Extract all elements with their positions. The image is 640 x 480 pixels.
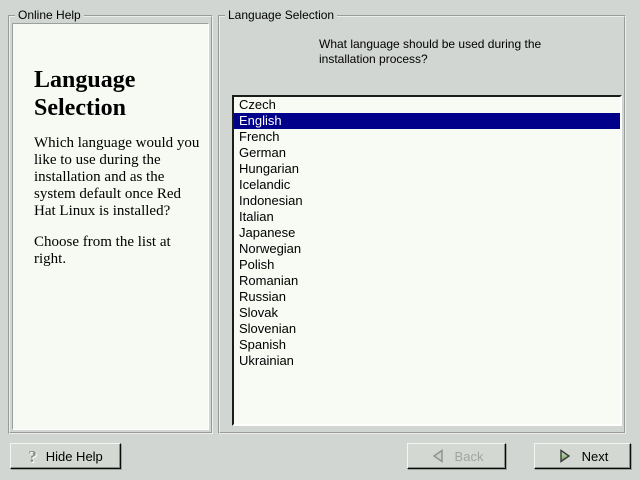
- language-list-item[interactable]: Indonesian: [234, 193, 620, 209]
- help-paragraph: Choose from the list at right.: [34, 234, 202, 268]
- language-list-item[interactable]: Slovenian: [234, 321, 620, 337]
- installer-window: Online Help Language Selection Which lan…: [0, 0, 640, 480]
- help-title: Language Selection: [34, 66, 204, 122]
- language-list-item[interactable]: Norwegian: [234, 241, 620, 257]
- language-question: What language should be used during the …: [319, 37, 569, 67]
- language-list-item[interactable]: Slovak: [234, 305, 620, 321]
- language-list-item[interactable]: Ukrainian: [234, 353, 620, 369]
- language-list-item[interactable]: Hungarian: [234, 161, 620, 177]
- language-list-item[interactable]: Romanian: [234, 273, 620, 289]
- language-list-item[interactable]: Italian: [234, 209, 620, 225]
- language-list-item[interactable]: Japanese: [234, 225, 620, 241]
- back-button[interactable]: Back: [407, 443, 506, 469]
- help-paragraph: Which language would you like to use dur…: [34, 135, 202, 220]
- question-mark-icon: ?: [28, 448, 37, 465]
- hide-help-button-label: Hide Help: [46, 449, 103, 464]
- language-list-item[interactable]: Icelandic: [234, 177, 620, 193]
- online-help-frame-label: Online Help: [15, 8, 84, 22]
- language-list-item[interactable]: German: [234, 145, 620, 161]
- language-list-item[interactable]: English: [234, 113, 620, 129]
- language-list[interactable]: CzechEnglishFrenchGermanHungarianIceland…: [232, 95, 622, 426]
- next-button-label: Next: [582, 449, 609, 464]
- language-list-item[interactable]: Polish: [234, 257, 620, 273]
- language-list-item[interactable]: Czech: [234, 97, 620, 113]
- back-button-label: Back: [455, 449, 484, 464]
- next-button[interactable]: Next: [534, 443, 631, 469]
- language-list-item[interactable]: Spanish: [234, 337, 620, 353]
- hide-help-button[interactable]: ? Hide Help: [10, 443, 121, 469]
- language-selection-frame-label: Language Selection: [225, 8, 337, 22]
- language-list-item[interactable]: Russian: [234, 289, 620, 305]
- language-selection-frame: Language Selection What language should …: [218, 15, 626, 434]
- left-triangle-icon: [430, 448, 446, 464]
- online-help-content: Language Selection Which language would …: [12, 23, 209, 430]
- right-triangle-icon: [557, 448, 573, 464]
- online-help-frame: Online Help Language Selection Which lan…: [8, 15, 213, 434]
- language-list-item[interactable]: French: [234, 129, 620, 145]
